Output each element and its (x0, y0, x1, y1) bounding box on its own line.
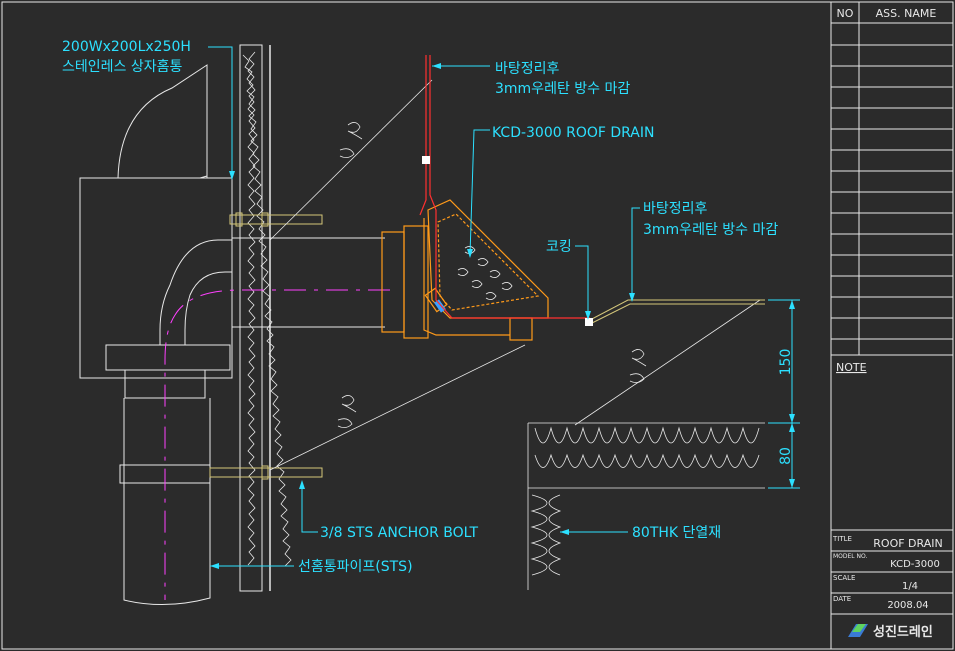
caulking-point (585, 318, 593, 326)
label-pipe: 선홈통파이프(STS) (298, 559, 413, 575)
dimension-150: 150 (778, 349, 794, 376)
scale-key: SCALE (833, 574, 855, 582)
col-name-header: ASS. NAME (876, 7, 937, 20)
label-waterproof-right-1: 바탕정리후 (643, 201, 708, 217)
box-gutter (79, 64, 233, 605)
col-no-header: NO (837, 7, 854, 20)
dimension-80: 80 (778, 447, 794, 465)
anchor-bracket-lower (209, 465, 323, 480)
label-waterproof-right-2: 3mm우레탄 방수 마감 (643, 222, 778, 238)
label-waterproof-top-2: 3mm우레탄 방수 마감 (495, 81, 630, 97)
anchor-bracket-upper (229, 212, 323, 227)
insulation-block (527, 422, 765, 590)
pipe-centerline (164, 289, 390, 600)
roof-drain-body (381, 199, 549, 341)
date-value: 2008.04 (887, 600, 928, 611)
title-key: TITLE (832, 535, 852, 543)
outer-frame (1, 1, 954, 650)
title-block (830, 2, 953, 649)
label-waterproof-top-1: 바탕정리후 (495, 61, 560, 77)
label-anchor-bolt: 3/8 STS ANCHOR BOLT (320, 525, 479, 541)
company-logo-icon (848, 624, 868, 637)
wall-section (239, 44, 292, 592)
date-key: DATE (833, 595, 851, 603)
cad-drawing: NO ASS. NAME NOTE TITLE ROOF DRAIN MODEL… (0, 0, 955, 651)
company-name: 성진드레인 (873, 624, 933, 640)
label-box-name: 스테인레스 상자홈통 (62, 59, 182, 75)
marker-point (422, 156, 430, 164)
title-value: ROOF DRAIN (873, 537, 942, 550)
break-symbols (337, 122, 647, 428)
scale-value: 1/4 (902, 581, 918, 592)
model-key: MODEL NO. (833, 553, 868, 560)
roof-slab-surface (589, 299, 765, 325)
label-caulking: 코킹 (546, 239, 572, 255)
drawing-canvas: NO ASS. NAME NOTE TITLE ROOF DRAIN MODEL… (1, 1, 954, 650)
label-box-size: 200Wx200Lx250H (62, 39, 191, 55)
label-insulation: 80THK 단열재 (632, 525, 721, 541)
model-value: KCD-3000 (890, 559, 940, 570)
horizontal-pipe (232, 237, 385, 328)
note-heading: NOTE (836, 361, 867, 374)
label-drain-name: KCD-3000 ROOF DRAIN (492, 125, 655, 141)
